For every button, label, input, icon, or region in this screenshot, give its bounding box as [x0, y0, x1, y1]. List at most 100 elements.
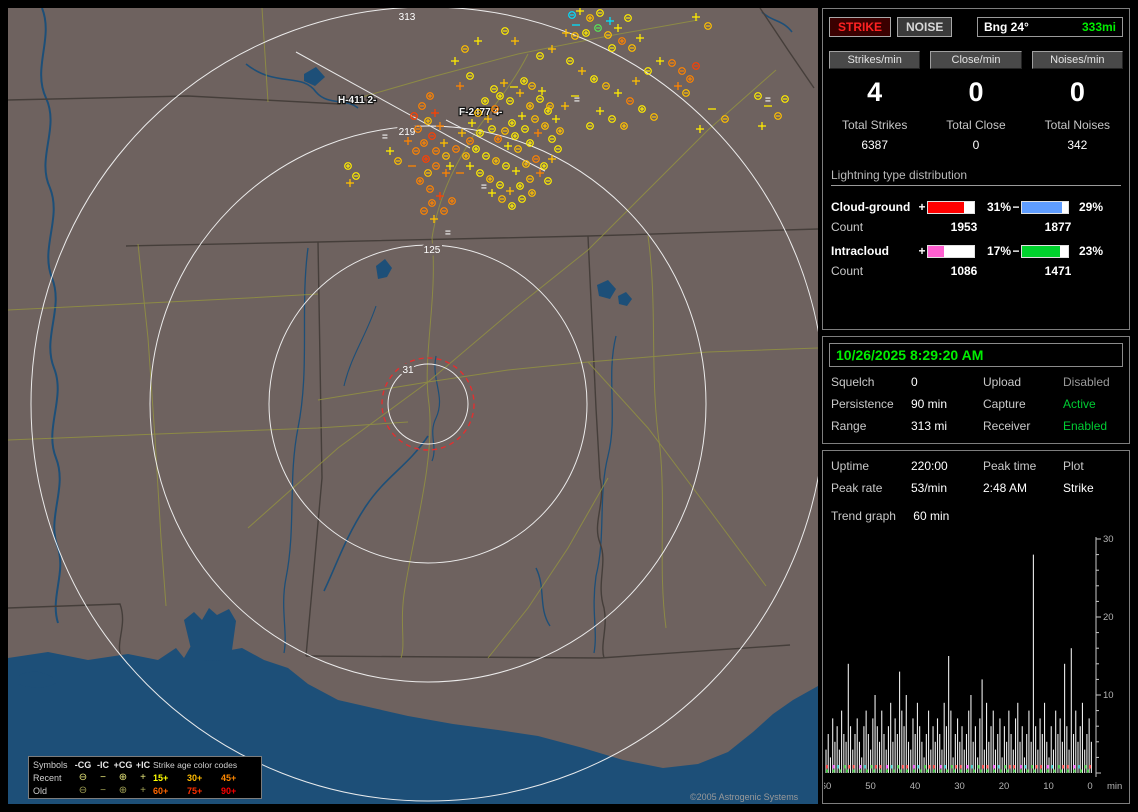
legend-cell: Strike age color codes	[153, 759, 238, 770]
cg-negative-count: 1877	[1044, 220, 1072, 234]
status-panel: 10/26/2025 8:29:20 AM Squelch 0 Upload Disa…	[822, 336, 1130, 444]
legend-cell: Symbols	[33, 759, 68, 770]
ic-negative-count: 1471	[1044, 264, 1072, 278]
minus-sign: −	[1012, 200, 1020, 214]
grid-cell: Capture	[983, 397, 1026, 411]
svg-text:10: 10	[1043, 781, 1054, 792]
total-close-value: 0	[972, 138, 980, 152]
legend-cell: 15+	[153, 772, 169, 783]
strikes-per-min-button[interactable]: Strikes/min	[829, 51, 921, 69]
grid-cell: Receiver	[983, 419, 1031, 433]
session-grid: Uptime 220:00 Peak time Plot Peak rate 53/min…	[831, 459, 1121, 495]
grid-cell: 90 min	[911, 397, 948, 411]
cloud-ground-row: Cloud-ground + 31% − 29%	[831, 196, 1121, 218]
legend-cell: Recent	[33, 772, 62, 783]
svg-text:313: 313	[399, 12, 416, 23]
rate-button-row: Strikes/min Close/min Noises/min	[829, 37, 1123, 69]
cg-positive-pct: 31%	[986, 200, 1011, 214]
grid-cell: Strike	[1063, 481, 1094, 495]
strike-legend: Symbols -CG -IC +CG +IC Strike age color code…	[28, 756, 262, 799]
legend-cell: -IC	[97, 759, 109, 770]
session-panel: Uptime 220:00 Peak time Plot Peak rate 53/min…	[822, 450, 1130, 804]
svg-text:30: 30	[1103, 535, 1114, 545]
noises-per-min-button[interactable]: Noises/min	[1031, 51, 1123, 69]
count-label: Count	[831, 264, 864, 278]
count-label: Count	[831, 220, 864, 234]
legend-cell: +	[140, 785, 146, 796]
plus-sign: +	[918, 200, 926, 214]
trend-graph: 10 20 30 60 50 40 30 20 10 0 min	[824, 535, 1122, 792]
legend-cell: 45+	[221, 772, 237, 783]
legend-cell: ⊖	[78, 772, 88, 783]
trend-window-value: 60 min	[913, 509, 950, 523]
total-noises-label: Total Noises	[1044, 118, 1111, 132]
grid-cell: Squelch	[831, 375, 875, 389]
bearing-range-display: Bng 24° 333mi	[977, 17, 1123, 37]
total-noises-value: 342	[1067, 138, 1088, 152]
cg-negative-bar	[1021, 200, 1069, 214]
ic-positive-pct: 17%	[986, 244, 1011, 258]
grid-cell: Persistence	[831, 397, 894, 411]
grid-cell: 220:00	[911, 459, 948, 473]
close-per-min-button[interactable]: Close/min	[930, 51, 1022, 69]
svg-text:=: =	[481, 182, 487, 193]
status-grid: Squelch 0 Upload Disabled Persistence 90 min C…	[831, 375, 1121, 433]
cloud-ground-label: Cloud-ground	[831, 200, 911, 214]
total-labels: Total Strikes Total Close Total Noises	[829, 108, 1123, 132]
minus-sign: −	[1012, 244, 1020, 258]
svg-text:40: 40	[910, 781, 921, 792]
cloud-ground-counts: Count 1953 1877	[831, 220, 1121, 234]
intracloud-row: Intracloud + 17% − 23%	[831, 240, 1121, 262]
svg-text:0: 0	[1087, 781, 1092, 792]
svg-text:=: =	[382, 132, 388, 143]
grid-cell: Peak rate	[831, 481, 883, 495]
range-value: 333mi	[1081, 20, 1116, 34]
grid-cell: 0	[911, 375, 918, 389]
grid-cell: Range	[831, 419, 867, 433]
strike-mode-button[interactable]: STRIKE	[829, 17, 892, 37]
mode-button-row: STRIKE NOISE Bng 24° 333mi	[829, 17, 1123, 37]
plus-sign: +	[918, 244, 926, 258]
legend-cell: +	[140, 772, 146, 783]
cg-positive-count: 1953	[950, 220, 978, 234]
svg-text:10: 10	[1103, 690, 1114, 701]
legend-cell: 90+	[221, 785, 237, 796]
cg-positive-bar	[927, 200, 975, 214]
legend-cell: 75+	[187, 785, 203, 796]
grid-cell: Plot	[1063, 459, 1084, 473]
legend-cell: +CG	[113, 759, 133, 770]
total-strikes-value: 6387	[861, 138, 889, 152]
lightning-map[interactable]: 313 219 125 31 = = = = = H-411 2- F-2477 4- Symbo…	[8, 8, 818, 804]
legend-cell: ⊕	[118, 772, 128, 783]
cg-negative-pct: 29%	[1078, 200, 1103, 214]
legend-cell: ⊕	[118, 785, 128, 796]
svg-text:=: =	[765, 95, 771, 106]
ic-negative-pct: 23%	[1078, 244, 1103, 258]
grid-cell: 313 mi	[911, 419, 948, 433]
ic-positive-bar	[927, 244, 975, 258]
grid-cell: Active	[1063, 397, 1096, 411]
noise-mode-button[interactable]: NOISE	[897, 17, 953, 37]
grid-cell: Uptime	[831, 459, 870, 473]
noises-per-min-value: 0	[1069, 77, 1085, 107]
map-canvas: 31321912531 === ==H-411 2-F-2477 4-	[8, 8, 818, 804]
distribution-heading: Lightning type distribution	[831, 168, 1121, 186]
ic-negative-bar	[1021, 244, 1069, 258]
legend-cell: −	[100, 785, 106, 796]
svg-text:219: 219	[399, 127, 416, 138]
grid-cell: Peak time	[983, 459, 1037, 473]
svg-text:20: 20	[999, 781, 1010, 792]
svg-text:50: 50	[865, 781, 876, 792]
grid-cell: 53/min	[911, 481, 948, 495]
svg-text:=: =	[445, 228, 451, 239]
grid-cell: 2:48 AM	[983, 481, 1028, 495]
total-values: 6387 0 342	[829, 132, 1123, 152]
copyright-text: ©2005 Astrogenic Systems	[690, 792, 799, 802]
svg-text:30: 30	[954, 781, 965, 792]
svg-text:31: 31	[402, 365, 414, 376]
ic-positive-count: 1086	[950, 264, 978, 278]
legend-cell: +IC	[135, 759, 151, 770]
datetime-display: 10/26/2025 8:29:20 AM	[829, 343, 1123, 367]
legend-cell: 60+	[153, 785, 169, 796]
svg-text:125: 125	[424, 245, 441, 256]
